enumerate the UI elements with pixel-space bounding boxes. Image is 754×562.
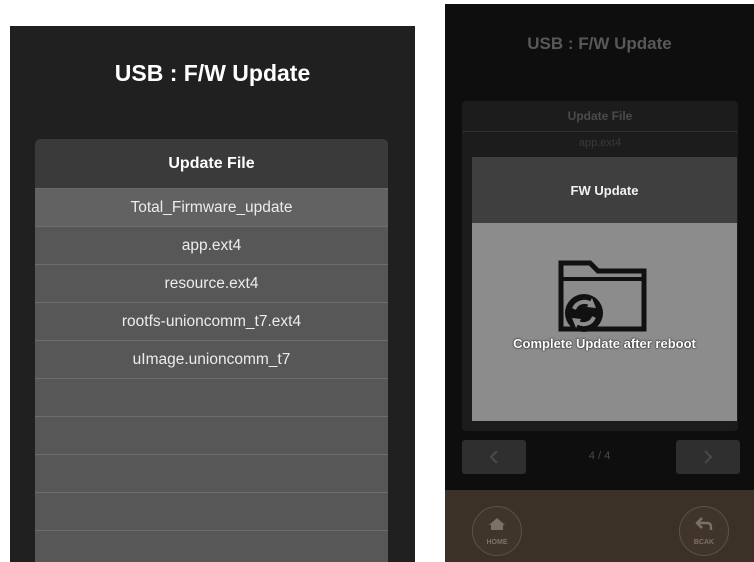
page-title: USB : F/W Update <box>114 60 311 86</box>
file-row[interactable]: resource.ext4 <box>35 265 388 303</box>
fw-update-dialog: FW Update Complete Update after reboot <box>472 157 737 421</box>
page-title: USB : F/W Update <box>527 34 672 53</box>
file-row[interactable]: app.ext4 <box>35 227 388 265</box>
chevron-right-icon <box>704 450 713 464</box>
right-screen: USB : F/W Update Update File app.ext4 4 … <box>445 4 754 562</box>
dialog-title: FW Update <box>472 157 737 223</box>
file-row: app.ext4 <box>578 137 622 149</box>
empty-row <box>35 531 388 562</box>
update-file-header: Update File <box>35 139 388 189</box>
home-label: HOME <box>486 539 508 546</box>
folder-update-icon <box>558 260 647 332</box>
home-button[interactable]: HOME <box>472 506 522 556</box>
empty-row <box>35 455 388 493</box>
empty-row <box>35 379 388 417</box>
back-button[interactable]: BCAK <box>679 506 729 556</box>
home-icon <box>489 518 505 530</box>
empty-row <box>35 493 388 531</box>
dialog-message: Complete Update after reboot <box>513 336 696 351</box>
left-screen: USB : F/W Update Update File Total_Firmw… <box>10 26 415 562</box>
update-file-header: Update File <box>462 101 738 132</box>
file-row[interactable]: uImage.unioncomm_t7 <box>35 341 388 379</box>
empty-row <box>35 417 388 455</box>
next-page-button[interactable] <box>676 440 740 474</box>
bottom-bar: HOME BCAK <box>445 490 754 562</box>
file-row[interactable]: rootfs-unioncomm_t7.ext4 <box>35 303 388 341</box>
back-label: BCAK <box>693 539 715 546</box>
update-file-list: Update File Total_Firmware_update app.ex… <box>35 139 388 562</box>
back-arrow-icon <box>695 517 713 530</box>
dialog-body: Complete Update after reboot <box>472 223 737 421</box>
file-row[interactable]: Total_Firmware_update <box>35 189 388 227</box>
